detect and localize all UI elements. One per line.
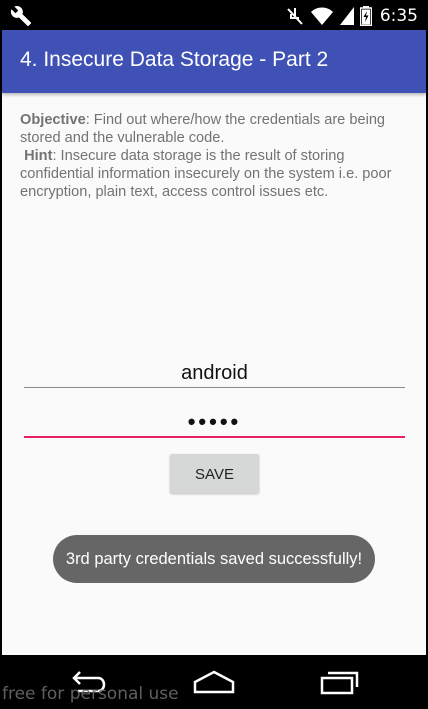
- wifi-icon: [310, 7, 333, 25]
- toast-message: 3rd party credentials saved successfully…: [53, 535, 375, 583]
- status-icons: 6:35: [286, 5, 418, 27]
- clock: 6:35: [379, 6, 418, 26]
- recents-icon[interactable]: [316, 669, 360, 695]
- challenge-description: Objective: Find out where/how the creden…: [20, 111, 415, 201]
- signal-icon: [339, 7, 354, 25]
- password-input[interactable]: •••••: [24, 408, 405, 438]
- device-screen: 6:35 4. Insecure Data Storage - Part 2 O…: [2, 0, 426, 709]
- save-button[interactable]: SAVE: [170, 454, 259, 493]
- app-bar: 4. Insecure Data Storage - Part 2: [2, 30, 426, 93]
- battery-icon: [359, 6, 372, 26]
- username-input[interactable]: android: [24, 359, 405, 388]
- objective-label: Objective: [20, 112, 86, 128]
- hint-text: : Insecure data storage is the result of…: [20, 148, 392, 200]
- page-title: 4. Insecure Data Storage - Part 2: [20, 48, 329, 71]
- home-icon[interactable]: [192, 669, 236, 695]
- mute-icon: [287, 8, 303, 25]
- status-bar: 6:35: [2, 0, 426, 30]
- wrench-icon: [10, 6, 32, 27]
- watermark: free for personal use: [2, 684, 179, 704]
- hint-label: Hint: [24, 148, 53, 164]
